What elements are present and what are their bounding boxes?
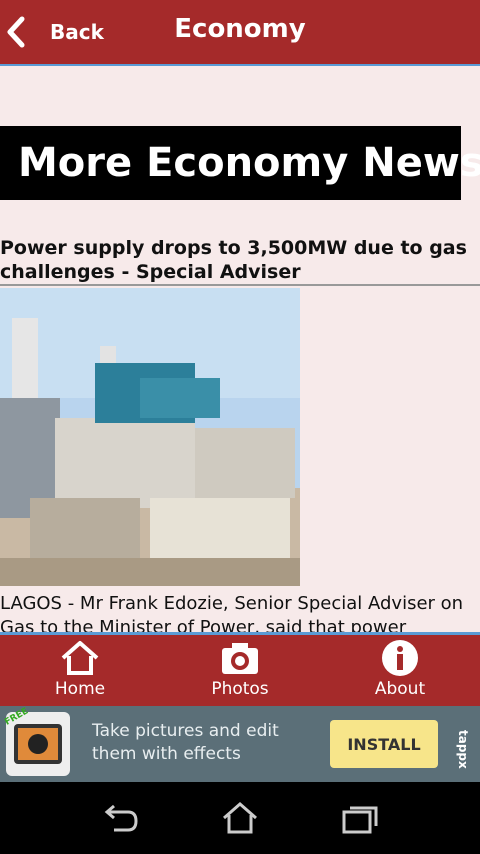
home-button-icon[interactable] bbox=[220, 800, 260, 836]
back-icon[interactable] bbox=[100, 800, 140, 836]
nav-about[interactable]: About bbox=[320, 635, 480, 706]
divider bbox=[0, 284, 480, 286]
recent-apps-icon[interactable] bbox=[340, 800, 380, 836]
nav-home-label: Home bbox=[54, 679, 106, 699]
ad-text: Take pictures and edit them with effects bbox=[92, 721, 279, 764]
ad-brand-label: tappx bbox=[456, 730, 470, 769]
bottom-navigation: Home Photos About bbox=[0, 635, 480, 706]
install-button[interactable]: INSTALL bbox=[330, 720, 438, 768]
info-icon bbox=[382, 640, 418, 676]
app-header: Back Economy bbox=[0, 0, 480, 66]
section-banner: More Economy News bbox=[0, 126, 480, 200]
nav-home[interactable]: Home bbox=[0, 635, 160, 706]
nav-photos-label: Photos bbox=[211, 679, 269, 699]
ad-banner[interactable]: FREE Take pictures and edit them with ef… bbox=[0, 706, 480, 782]
page-title: Economy bbox=[174, 14, 306, 44]
nav-about-label: About bbox=[374, 679, 426, 699]
article-summary: LAGOS - Mr Frank Edozie, Senior Special … bbox=[0, 593, 464, 634]
nav-photos[interactable]: Photos bbox=[160, 635, 320, 706]
home-icon bbox=[61, 641, 99, 675]
article-headline[interactable]: Power supply drops to 3,500MW due to gas… bbox=[0, 236, 470, 284]
camera-icon bbox=[222, 643, 258, 674]
article-photo[interactable] bbox=[0, 288, 300, 586]
system-navigation-bar bbox=[0, 782, 480, 854]
article-content[interactable]: More Economy News Power supply drops to … bbox=[0, 66, 480, 634]
